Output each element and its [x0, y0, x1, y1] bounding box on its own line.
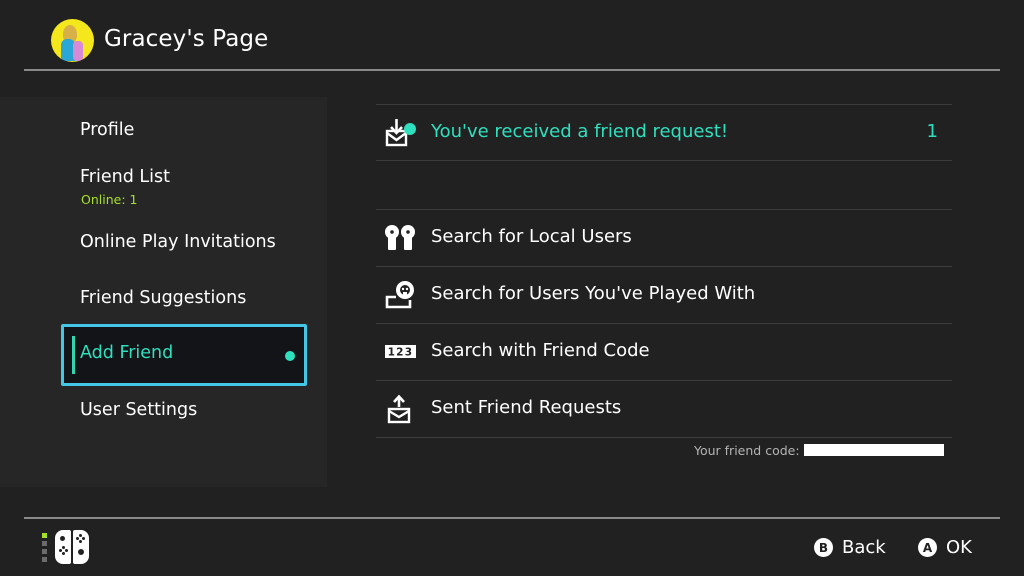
sidebar-item-label: Add Friend [80, 343, 174, 363]
sidebar-item-friend-suggestions[interactable]: Friend Suggestions [80, 288, 246, 308]
inbox-download-icon [385, 119, 416, 147]
divider [376, 437, 952, 438]
friend-request-count: 1 [926, 121, 938, 142]
outbox-upload-icon [387, 394, 411, 424]
sidebar-item-friend-list[interactable]: Friend List [80, 167, 170, 187]
friend-code-label: Your friend code: [694, 443, 800, 458]
player-led-3 [42, 549, 47, 554]
local-users-icon [385, 225, 415, 250]
header-divider [24, 69, 1000, 71]
avatar-accent [73, 41, 83, 61]
user-avatar[interactable] [51, 19, 94, 62]
player-led-1 [42, 533, 47, 538]
left-joycon-icon [55, 530, 71, 564]
friend-code-redacted [803, 444, 944, 456]
sidebar-item-add-friend[interactable]: Add Friend [61, 324, 307, 386]
divider [376, 160, 952, 161]
svg-text:123: 123 [388, 347, 414, 359]
ok-label: OK [946, 537, 972, 558]
sidebar-item-profile[interactable]: Profile [80, 120, 134, 140]
page-title: Gracey's Page [104, 26, 269, 52]
option-label: Search for Local Users [431, 226, 632, 247]
joycon-pair-icon[interactable] [55, 530, 89, 564]
ok-button[interactable]: A OK [918, 537, 972, 558]
friend-list-online-count: Online: 1 [81, 192, 138, 207]
played-with-icon [385, 281, 414, 309]
header: Gracey's Page [0, 0, 1024, 71]
new-notification-dot-icon [285, 351, 295, 361]
option-search-played-with[interactable]: Search for Users You've Played With [376, 267, 952, 323]
sidebar-item-user-settings[interactable]: User Settings [80, 400, 197, 420]
back-button[interactable]: B Back [814, 537, 886, 558]
option-label: Search with Friend Code [431, 340, 650, 361]
option-label: Sent Friend Requests [431, 397, 622, 418]
player-led-4 [42, 557, 47, 562]
friend-code-row: Your friend code: [694, 443, 944, 458]
a-button-icon: A [918, 538, 937, 557]
selection-indicator [72, 336, 75, 374]
b-button-icon: B [814, 538, 833, 557]
option-label: Search for Users You've Played With [431, 283, 756, 304]
friend-request-notice-label: You've received a friend request! [431, 121, 729, 142]
back-label: Back [842, 537, 886, 558]
friend-code-123-icon: 123 [385, 345, 416, 359]
sidebar-item-online-play-invitations[interactable]: Online Play Invitations [80, 232, 276, 252]
right-joycon-icon [73, 530, 89, 564]
friend-request-notice[interactable]: You've received a friend request! 1 [376, 105, 952, 161]
player-led-2 [42, 541, 47, 546]
option-sent-friend-requests[interactable]: Sent Friend Requests [376, 381, 952, 437]
player-indicator [42, 533, 47, 565]
option-search-friend-code[interactable]: 123 Search with Friend Code [376, 324, 952, 380]
footer-divider [24, 517, 1000, 519]
option-search-local-users[interactable]: Search for Local Users [376, 210, 952, 266]
